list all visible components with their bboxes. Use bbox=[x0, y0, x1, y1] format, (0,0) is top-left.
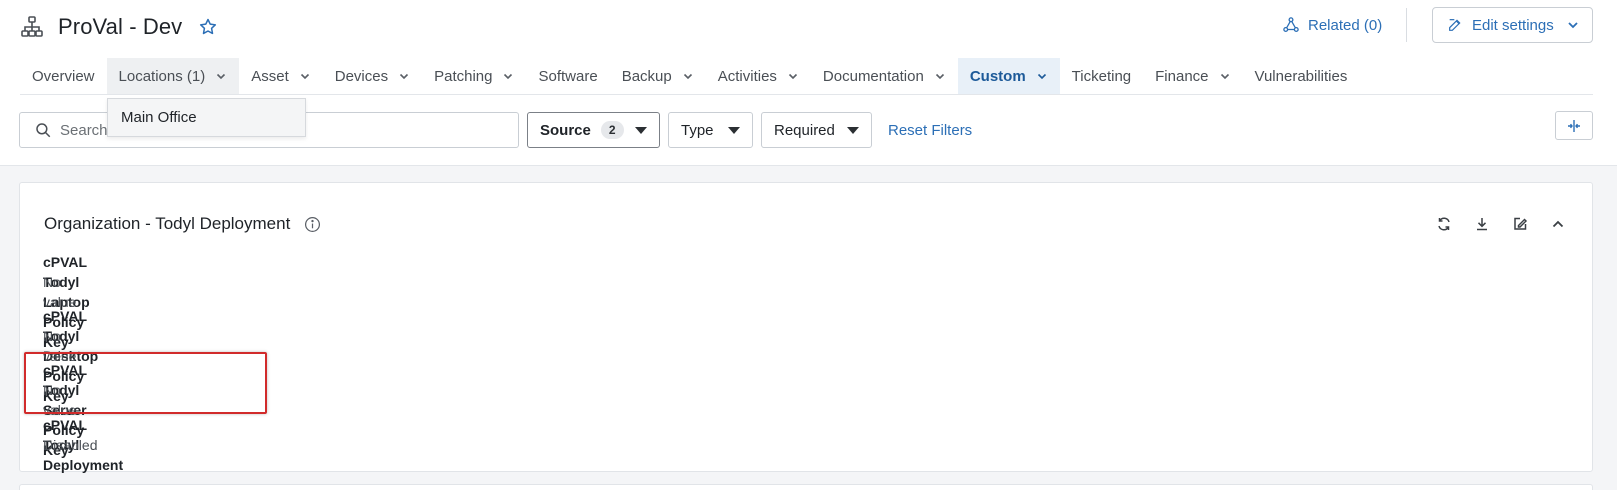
caret-down-icon bbox=[728, 127, 740, 134]
field-label: cPVAL Todyl Deployment bbox=[43, 417, 124, 473]
related-label: Related (0) bbox=[1308, 16, 1383, 34]
tab-label: Vulnerabilities bbox=[1254, 67, 1348, 85]
chevron-down-icon bbox=[788, 73, 797, 80]
tab-finance[interactable]: Finance bbox=[1143, 58, 1242, 94]
tab-software[interactable]: Software bbox=[526, 58, 609, 94]
download-icon bbox=[1477, 218, 1487, 231]
tab-ticketing[interactable]: Ticketing bbox=[1060, 58, 1143, 94]
download-button[interactable] bbox=[1463, 213, 1501, 235]
card-title-text: Organization - Todyl Deployment bbox=[44, 214, 291, 233]
reset-filters-link[interactable]: Reset Filters bbox=[888, 122, 972, 139]
tab-label: Devices bbox=[334, 67, 389, 85]
star-icon[interactable] bbox=[198, 17, 218, 37]
related-icon bbox=[1283, 17, 1299, 33]
tab-label: Asset bbox=[251, 67, 289, 85]
dropdown-item-main-office[interactable]: Main Office bbox=[121, 109, 197, 126]
search-icon bbox=[36, 123, 51, 138]
tab-custom[interactable]: Custom bbox=[957, 58, 1060, 94]
field-laptop-policy-key: cPVAL Todyl Laptop Policy Key No value bbox=[43, 252, 90, 350]
collapse-columns-icon bbox=[1568, 119, 1580, 132]
tab-bar: Overview Locations (1) Asset Devices Patchin… bbox=[20, 58, 1359, 94]
source-filter-label: Source bbox=[540, 121, 591, 139]
custom-fields-card: Organization - Todyl Deployment bbox=[19, 182, 1593, 472]
page-header: ProVal - Dev Related (0) Edit settings O… bbox=[0, 0, 1617, 166]
tab-label: Ticketing bbox=[1071, 67, 1132, 85]
chevron-down-icon bbox=[1568, 22, 1578, 29]
field-value: Disabled bbox=[43, 437, 98, 453]
header-divider bbox=[1406, 8, 1407, 42]
pencil-icon bbox=[1449, 19, 1461, 31]
collapse-columns-button[interactable] bbox=[1555, 111, 1593, 140]
tab-overview[interactable]: Overview bbox=[20, 58, 107, 94]
title-row: ProVal - Dev bbox=[20, 10, 218, 44]
card-actions bbox=[1425, 213, 1577, 235]
tab-label: Locations (1) bbox=[118, 67, 206, 85]
edit-icon bbox=[1514, 217, 1528, 230]
field-desktop-policy-key: cPVAL Todyl Desktop Policy Key No value bbox=[43, 306, 99, 404]
required-filter-label: Required bbox=[774, 121, 835, 139]
tab-label: Backup bbox=[621, 67, 672, 85]
highlight-box bbox=[24, 352, 267, 414]
chevron-down-icon bbox=[504, 73, 513, 80]
chevron-down-icon bbox=[1037, 73, 1046, 80]
chevron-down-icon bbox=[935, 73, 944, 80]
chevron-up-icon bbox=[1552, 220, 1564, 228]
refresh-icon bbox=[1438, 217, 1450, 231]
field-todyl-deployment: cPVAL Todyl Deployment Disabled bbox=[43, 415, 124, 473]
next-card-edge bbox=[19, 484, 1593, 490]
tab-asset[interactable]: Asset bbox=[239, 58, 323, 94]
source-count-badge: 2 bbox=[600, 121, 624, 139]
organization-icon bbox=[21, 16, 43, 37]
page-title: ProVal - Dev bbox=[58, 14, 183, 39]
tab-label: Patching bbox=[434, 67, 493, 85]
field-label: cPVAL Todyl Desktop Policy Key bbox=[43, 308, 99, 404]
related-button[interactable]: Related (0) bbox=[1282, 12, 1382, 38]
tab-backup[interactable]: Backup bbox=[610, 58, 706, 94]
caret-down-icon bbox=[635, 127, 647, 134]
field-label: cPVAL Todyl Laptop Policy Key bbox=[43, 254, 90, 350]
chevron-down-icon bbox=[300, 73, 309, 80]
tab-label: Finance bbox=[1155, 67, 1209, 85]
tab-label: Documentation bbox=[822, 67, 924, 85]
tab-devices[interactable]: Devices bbox=[323, 58, 422, 94]
card-title: Organization - Todyl Deployment bbox=[44, 214, 321, 234]
tab-locations[interactable]: Locations (1) bbox=[106, 58, 240, 94]
tabs-divider bbox=[20, 94, 1593, 95]
chevron-down-icon bbox=[400, 73, 409, 80]
collapse-card-button[interactable] bbox=[1539, 213, 1577, 235]
chevron-down-icon bbox=[217, 73, 226, 80]
type-filter[interactable]: Type bbox=[668, 112, 753, 148]
chevron-down-icon bbox=[1220, 73, 1229, 80]
tab-activities[interactable]: Activities bbox=[706, 58, 811, 94]
required-filter[interactable]: Required bbox=[761, 112, 872, 148]
tab-label: Software bbox=[538, 67, 598, 85]
tab-patching[interactable]: Patching bbox=[422, 58, 526, 94]
edit-settings-button[interactable]: Edit settings bbox=[1432, 7, 1593, 43]
tab-label: Activities bbox=[717, 67, 777, 85]
type-filter-label: Type bbox=[681, 121, 714, 139]
edit-button[interactable] bbox=[1501, 213, 1539, 235]
chevron-down-icon bbox=[683, 73, 692, 80]
edit-settings-label: Edit settings bbox=[1472, 16, 1554, 34]
refresh-button[interactable] bbox=[1425, 213, 1463, 235]
tab-label: Custom bbox=[969, 67, 1026, 85]
locations-dropdown-menu: Main Office bbox=[107, 98, 306, 137]
tab-label: Overview bbox=[32, 67, 95, 85]
info-icon[interactable] bbox=[304, 216, 321, 233]
tab-vulnerabilities[interactable]: Vulnerabilities bbox=[1243, 58, 1360, 94]
caret-down-icon bbox=[847, 127, 859, 134]
tab-documentation[interactable]: Documentation bbox=[811, 58, 958, 94]
source-filter[interactable]: Source 2 bbox=[527, 112, 660, 148]
